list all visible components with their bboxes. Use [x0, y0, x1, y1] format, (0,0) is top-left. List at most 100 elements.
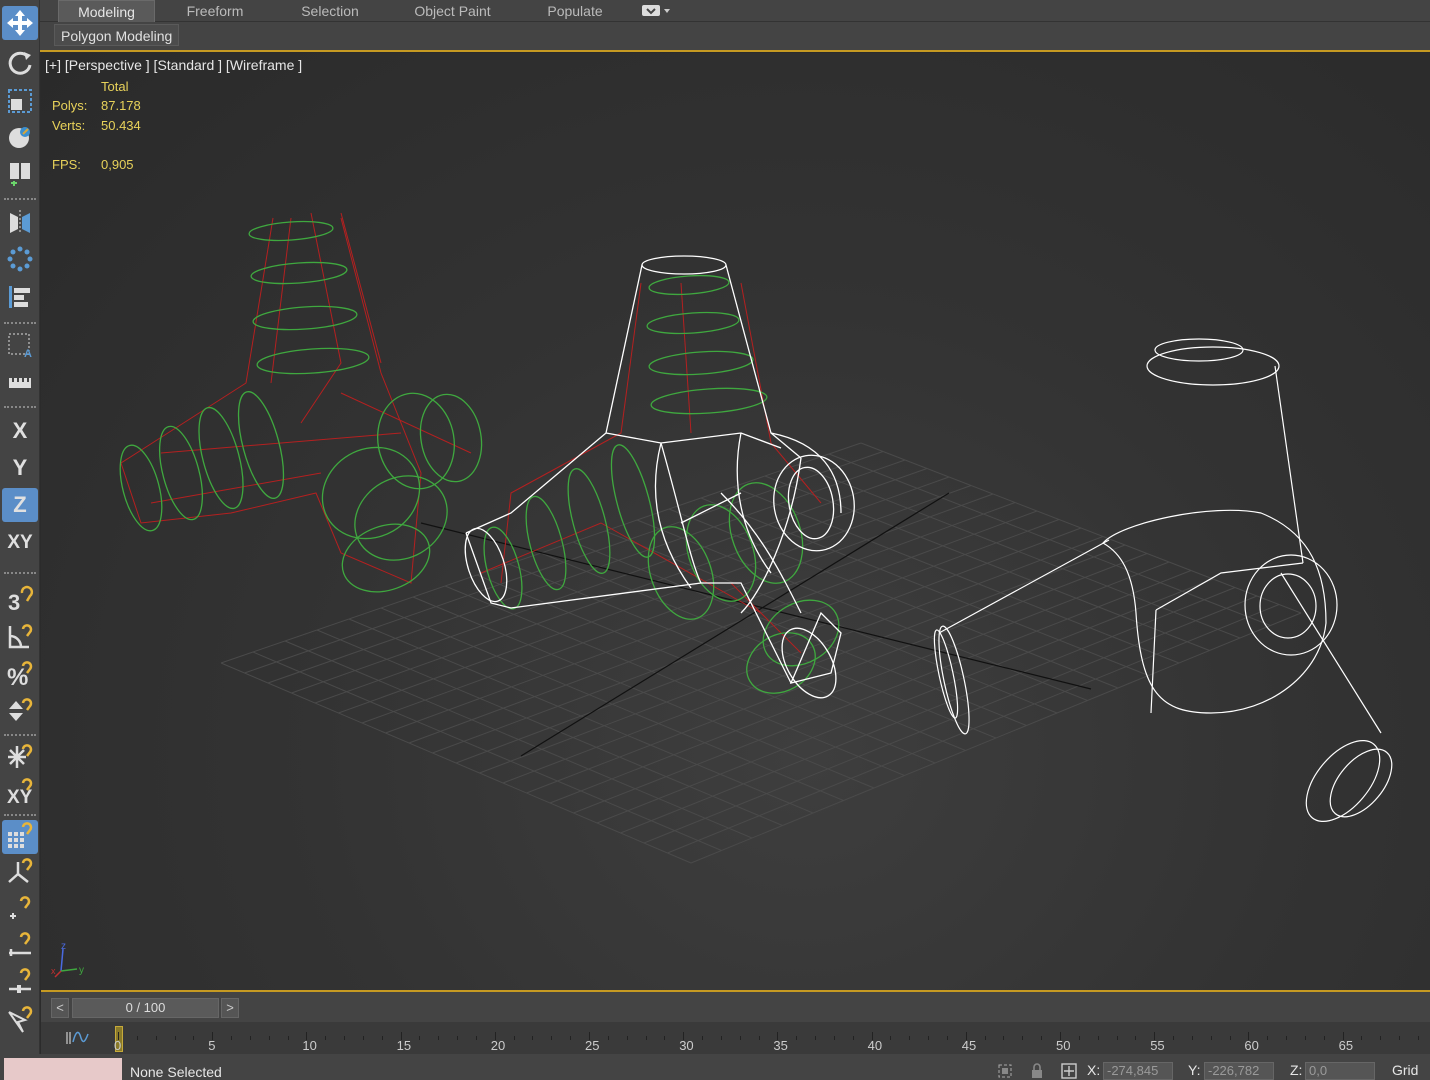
timeline-tick-label: 30	[679, 1038, 694, 1053]
tab-modeling[interactable]: Modeling	[58, 0, 155, 22]
tripod-z-label: z	[61, 941, 66, 952]
move-icon[interactable]	[2, 6, 38, 40]
axis-z-button[interactable]: Z	[2, 488, 38, 522]
y-coord-field[interactable]: -226,782	[1204, 1062, 1274, 1080]
x-coord-field[interactable]: -274,845	[1103, 1062, 1173, 1080]
mirror-icon[interactable]	[2, 204, 38, 238]
track-bar[interactable]: 0 5 10 15 20 25 30 35 40 45 50 55 60 65	[41, 1022, 1430, 1054]
timeline-ruler[interactable]: 0 5 10 15 20 25 30 35 40 45 50 55 60 65	[114, 1022, 1430, 1054]
helix-loop	[252, 305, 358, 331]
verts-label: Verts:	[52, 118, 86, 133]
timeline-tick	[362, 1036, 364, 1040]
rotate-icon[interactable]	[2, 46, 38, 80]
axis-constraint-icon[interactable]	[2, 856, 38, 890]
timeline-tick	[890, 1036, 892, 1040]
helix-loop	[321, 446, 421, 540]
place-icon[interactable]	[2, 120, 38, 154]
absolute-mode-icon[interactable]	[1060, 1062, 1078, 1080]
status-bar: None Selected X: -274,845 Y: -226,782 Z:…	[0, 1054, 1430, 1080]
timeline-tick	[1173, 1036, 1175, 1040]
helix-loop	[648, 274, 730, 296]
tab-object-paint[interactable]: Object Paint	[400, 0, 505, 22]
timeline-tick	[1399, 1036, 1401, 1040]
scale-icon[interactable]	[2, 84, 38, 118]
polys-label: Polys:	[52, 98, 88, 113]
array-icon[interactable]	[2, 242, 38, 276]
timeline-tick	[1304, 1036, 1306, 1040]
helix-loop	[250, 261, 348, 285]
helix-loop	[158, 425, 204, 521]
svg-text:3: 3	[8, 590, 20, 614]
snap-slider-icon[interactable]	[2, 964, 38, 998]
tab-selection[interactable]: Selection	[285, 0, 375, 22]
snap-3d-icon[interactable]: 3	[2, 582, 38, 616]
home-grid	[220, 442, 1302, 864]
timeline-tick	[871, 1032, 873, 1040]
prev-frame-button[interactable]: <	[51, 998, 69, 1018]
curve-editor-icon[interactable]	[65, 1030, 89, 1046]
viewport-label[interactable]: [+] [Perspective ] [Standard ] [Wirefram…	[45, 57, 302, 73]
axis-y-button[interactable]: Y	[2, 451, 38, 485]
grid-line	[828, 453, 1271, 626]
timeline-tick	[193, 1036, 195, 1040]
link-icon[interactable]	[2, 156, 38, 190]
lock-icon[interactable]	[1028, 1062, 1046, 1080]
timeline-tick	[777, 1032, 779, 1040]
helix-loop	[377, 392, 455, 490]
timeline-tick	[1380, 1036, 1382, 1040]
right-wireframe-object	[933, 338, 1393, 822]
timeline-tick	[833, 1036, 835, 1040]
next-frame-button[interactable]: >	[221, 998, 239, 1018]
timeline-tick	[344, 1036, 346, 1040]
timeline-tick	[1003, 1036, 1005, 1040]
timeline-tick-label: 35	[773, 1038, 788, 1053]
time-slider-bar: < 0 / 100 >	[41, 990, 1430, 1022]
timeline-tick	[965, 1032, 967, 1040]
grid-line	[643, 595, 1258, 844]
timeline-tick	[1210, 1036, 1212, 1040]
timeline-tick	[796, 1036, 798, 1040]
select-tool-icon[interactable]	[2, 1004, 38, 1038]
timeline-tick-label: 55	[1150, 1038, 1165, 1053]
timeline-tick-label: 45	[961, 1038, 977, 1053]
helix-loop	[341, 523, 431, 593]
timeline-tick	[381, 1036, 383, 1040]
timeline-tick	[1135, 1036, 1137, 1040]
ribbon-options-dropdown[interactable]	[642, 4, 672, 18]
align-icon[interactable]	[2, 280, 38, 314]
verts-value: 50.434	[101, 118, 141, 133]
axis-tripod-icon: z y x	[51, 941, 84, 978]
grid-snap-icon[interactable]	[2, 820, 38, 854]
time-slider[interactable]: 0 / 100	[72, 998, 219, 1018]
timeline-tick	[306, 1032, 308, 1040]
timeline-tick	[1286, 1036, 1288, 1040]
perspective-viewport[interactable]: [+] [Perspective ] [Standard ] [Wirefram…	[41, 53, 1430, 990]
percent-snap-icon[interactable]: %	[2, 657, 38, 691]
snap-point-icon[interactable]	[2, 892, 38, 926]
angle-snap-icon[interactable]	[2, 620, 38, 654]
tab-freeform[interactable]: Freeform	[170, 0, 260, 22]
timeline-tick	[702, 1036, 704, 1040]
z-coord-field[interactable]: 0,0	[1305, 1062, 1375, 1080]
freeze-icon[interactable]	[2, 740, 38, 774]
isolate-selection-icon[interactable]	[996, 1062, 1014, 1080]
helix-loop	[648, 350, 754, 376]
snap-edge-icon[interactable]	[2, 928, 38, 962]
timeline-tick	[457, 1036, 459, 1040]
axis-xy-button[interactable]: XY	[2, 526, 38, 560]
ruler-icon[interactable]	[2, 366, 38, 400]
svg-text:XY: XY	[7, 787, 33, 808]
maxscript-listener[interactable]	[4, 1058, 122, 1080]
helix-loop	[198, 406, 244, 510]
tab-populate[interactable]: Populate	[530, 0, 620, 22]
timeline-tick	[909, 1036, 911, 1040]
helix-loop	[610, 444, 656, 558]
axis-x-button[interactable]: X	[2, 414, 38, 448]
spinner-snap-icon[interactable]	[2, 694, 38, 728]
polygon-modeling-button[interactable]: Polygon Modeling	[54, 24, 180, 46]
selection-set-icon[interactable]: A	[2, 328, 38, 362]
timeline-tick	[683, 1032, 685, 1040]
timeline-tick	[570, 1036, 572, 1040]
timeline-tick	[155, 1036, 157, 1040]
xy-snap-icon[interactable]: XY	[2, 776, 38, 810]
